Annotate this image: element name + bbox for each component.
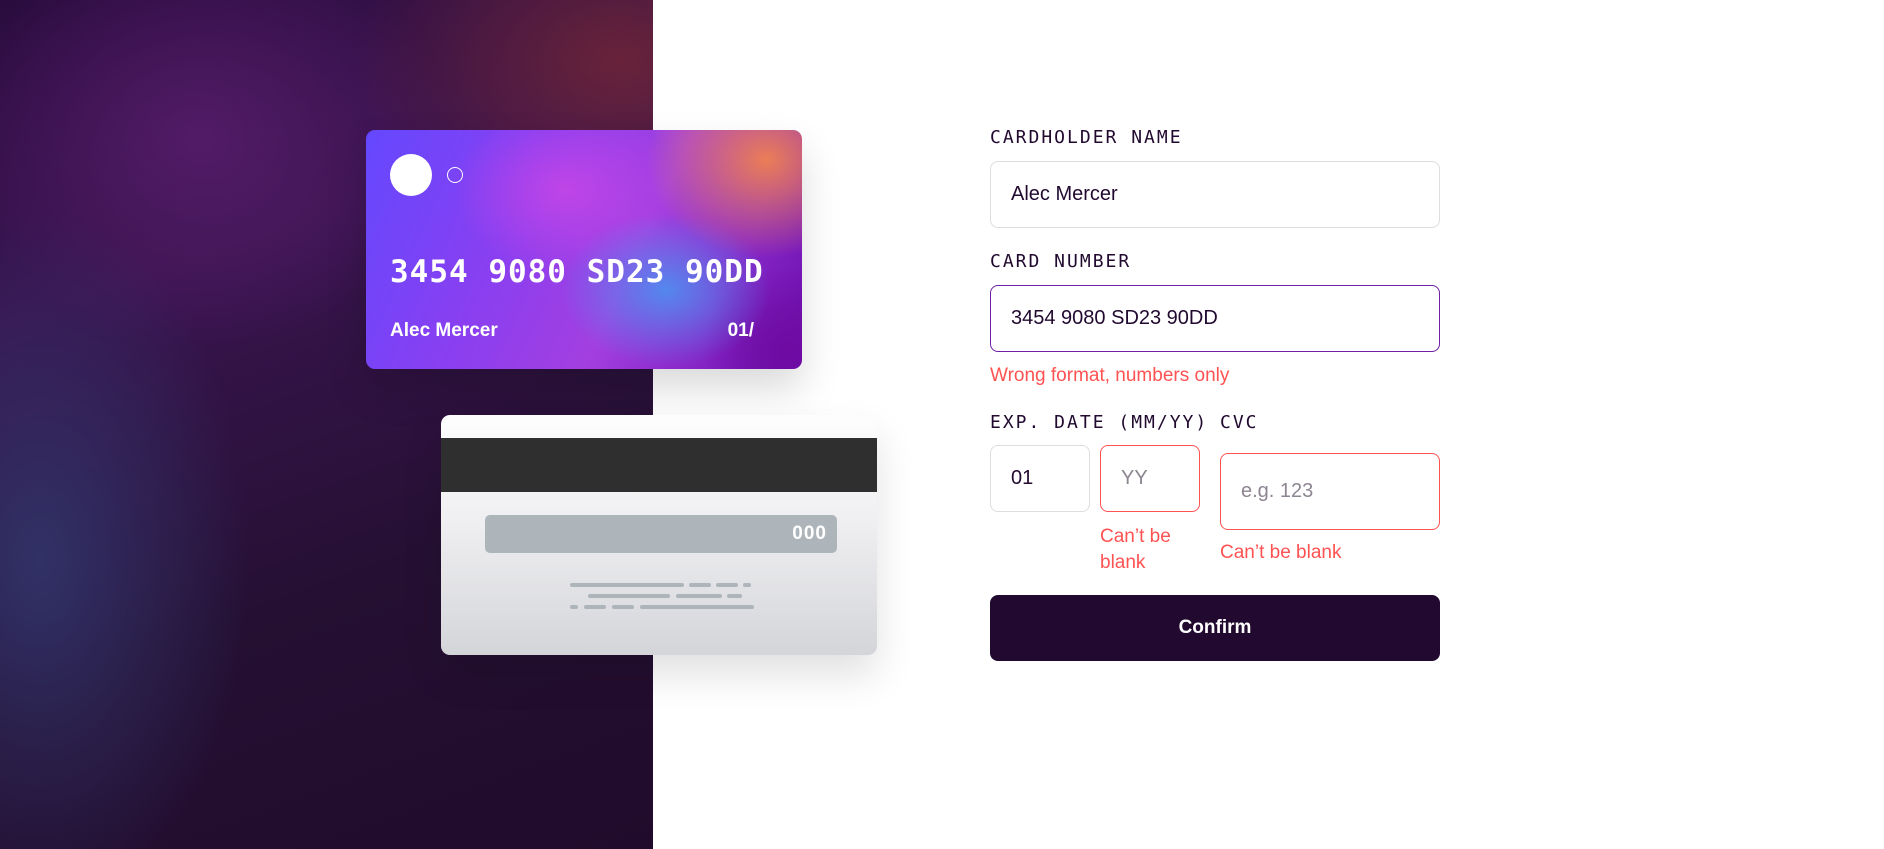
cvc-input[interactable]: e.g. 123 (1220, 453, 1440, 530)
card-back-cvc: 000 (792, 523, 827, 544)
expiry-month-input[interactable]: 01 (990, 445, 1090, 512)
expiry-date-label: EXP. DATE (MM/YY) (990, 412, 1209, 433)
card-magnetic-strip (441, 438, 877, 492)
cvc-label: CVC (1220, 412, 1259, 433)
expiry-year-error-line-1: Can’t be (1100, 526, 1171, 547)
cardholder-name-input[interactable]: Alec Mercer (990, 161, 1440, 228)
expiry-year-input[interactable]: YY (1100, 445, 1200, 512)
card-logo-circle-large (390, 154, 432, 196)
card-front-expiry: 01/ (727, 320, 754, 341)
card-logo-circle-small (447, 167, 463, 183)
expiry-year-error: Can’t be blank (1100, 524, 1171, 576)
expiry-year-placeholder: YY (1121, 467, 1148, 489)
page: 3454 9080 SD23 90DD Alec Mercer 01/ 000 … (0, 0, 1884, 849)
cardholder-name-label: CARDHOLDER NAME (990, 127, 1183, 148)
card-front-holder-name: Alec Mercer (390, 320, 498, 341)
card-signature-strip: 000 (485, 515, 837, 553)
card-number-value: 3454 9080 SD23 90DD (1011, 307, 1218, 329)
cardholder-name-value: Alec Mercer (1011, 183, 1118, 205)
cvc-error: Can’t be blank (1220, 542, 1342, 563)
card-number-input[interactable]: 3454 9080 SD23 90DD (990, 285, 1440, 352)
card-back-fine-print-lines (570, 583, 755, 611)
card-front-number: 3454 9080 SD23 90DD (390, 254, 764, 290)
card-front-preview: 3454 9080 SD23 90DD Alec Mercer 01/ (366, 130, 802, 369)
cvc-placeholder: e.g. 123 (1241, 480, 1314, 502)
card-number-error: Wrong format, numbers only (990, 365, 1230, 386)
card-number-label: CARD NUMBER (990, 251, 1132, 272)
expiry-year-error-line-2: blank (1100, 552, 1146, 573)
expiry-month-value: 01 (1011, 467, 1034, 489)
card-back-preview: 000 (441, 415, 877, 655)
confirm-button[interactable]: Confirm (990, 595, 1440, 661)
